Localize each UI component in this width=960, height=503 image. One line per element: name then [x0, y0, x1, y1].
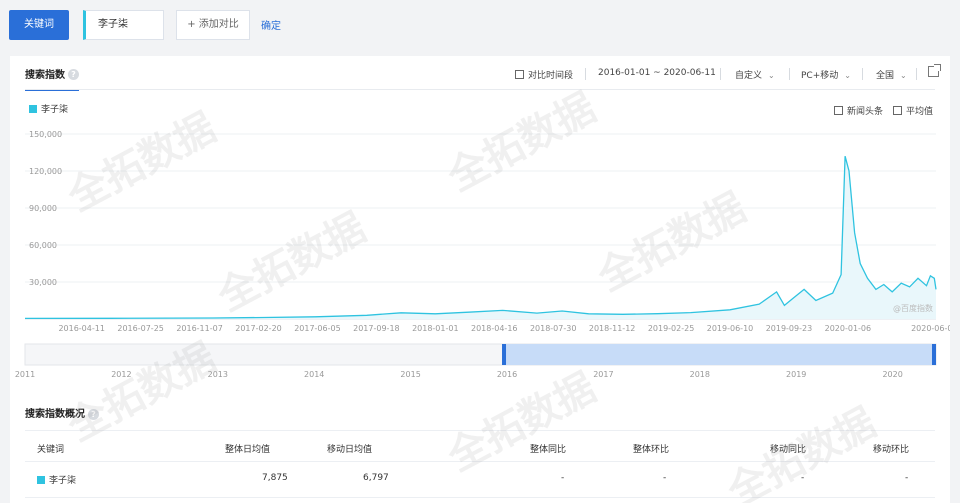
- x-tick-label: 2018-04-16: [471, 324, 518, 333]
- keyword-input[interactable]: 李子柒: [83, 10, 164, 40]
- overall-avg-cell: 7,875: [262, 473, 288, 483]
- column-header: 关键词: [37, 445, 65, 455]
- region-label: 全国: [876, 71, 895, 81]
- average-checkbox[interactable]: 平均值: [893, 104, 933, 117]
- x-tick-label: 2017-06-05: [294, 324, 341, 333]
- y-tick-label: 30,000: [29, 278, 57, 287]
- column-header: 整体环比: [633, 445, 670, 455]
- checkbox-icon: [515, 70, 524, 79]
- top-toolbar: 关键词 李子柒 + 添加对比 确定: [0, 0, 960, 52]
- news-headlines-checkbox[interactable]: 新闻头条: [834, 104, 883, 117]
- y-tick-label: 120,000: [29, 167, 62, 176]
- x-tick-label: 2017-02-20: [235, 324, 282, 333]
- timeline-year-label: 2020: [882, 370, 902, 379]
- series-area: [25, 156, 936, 319]
- chevron-down-icon: ⌄: [768, 71, 775, 80]
- custom-label: 自定义: [735, 71, 763, 81]
- legend-swatch: [29, 105, 37, 113]
- overall-mom-cell: -: [663, 473, 667, 483]
- timeline-year-label: 2016: [497, 370, 517, 379]
- news-headlines-label: 新闻头条: [847, 107, 884, 117]
- x-tick-label: 2018-11-12: [589, 324, 636, 333]
- device-dropdown[interactable]: PC+移动 ⌄: [801, 68, 851, 81]
- region-dropdown[interactable]: 全国 ⌄: [876, 68, 907, 81]
- timeline-year-label: 2013: [208, 370, 228, 379]
- series-swatch: [37, 476, 45, 484]
- help-icon[interactable]: ?: [88, 409, 99, 420]
- overview-title-text: 搜索指数概况: [25, 409, 85, 420]
- share-icon[interactable]: [928, 64, 941, 77]
- x-tick-label: 2019-02-25: [648, 324, 695, 333]
- custom-dropdown[interactable]: 自定义 ⌄: [735, 68, 775, 81]
- keyword-text: 李子柒: [49, 476, 77, 486]
- checkbox-icon: [834, 106, 843, 115]
- timeline-year-label: 2012: [111, 370, 131, 379]
- average-label: 平均值: [906, 107, 934, 117]
- overall-yoy-cell: -: [561, 473, 565, 483]
- timeline-year-label: 2019: [786, 370, 806, 379]
- x-tick-label: 2020-01-06: [825, 324, 872, 333]
- x-tick-label: 2016-07-25: [117, 324, 164, 333]
- search-index-panel: 搜索指数? 对比时间段 2016-01-01 ~ 2020-06-11 自定义 ⌄…: [10, 56, 950, 503]
- source-mark: @百度指数: [893, 303, 933, 313]
- mobile-mom-cell: -: [905, 473, 909, 483]
- keyword-button[interactable]: 关键词: [9, 10, 69, 40]
- column-header: 整体同比: [530, 445, 567, 455]
- column-header: 移动环比: [873, 445, 910, 455]
- timeline-selection: [504, 344, 936, 365]
- chevron-down-icon: ⌄: [900, 71, 907, 80]
- column-header: 移动同比: [770, 445, 807, 455]
- legend-label: 李子柒: [41, 105, 69, 115]
- date-range-picker[interactable]: 2016-01-01 ~ 2020-06-11: [598, 68, 716, 78]
- timeline-year-label: 2018: [690, 370, 710, 379]
- divider: [789, 68, 790, 80]
- chevron-down-icon: ⌄: [844, 71, 851, 80]
- timeline-year-label: 2014: [304, 370, 324, 379]
- timeline-end-handle[interactable]: [932, 344, 936, 365]
- x-tick-label: 2019-06-10: [707, 324, 754, 333]
- divider: [862, 68, 863, 80]
- mobile-yoy-cell: -: [801, 473, 805, 483]
- x-tick-label: 2016-04-11: [58, 324, 105, 333]
- compare-period-label: 对比时间段: [528, 71, 574, 81]
- device-label: PC+移动: [801, 71, 839, 81]
- table-row[interactable]: 李子柒 7,875 6,797 - - - -: [25, 462, 935, 498]
- compare-period-checkbox[interactable]: 对比时间段: [515, 68, 573, 81]
- x-tick-label: 2017-09-18: [353, 324, 400, 333]
- y-tick-label: 60,000: [29, 241, 57, 250]
- chart-legend[interactable]: 李子柒: [29, 102, 68, 115]
- mobile-avg-cell: 6,797: [363, 473, 389, 483]
- search-index-chart[interactable]: 150,000 120,000 90,000 60,000 30,000 2016-04-…: [10, 122, 950, 382]
- timeline-year-label: 2011: [15, 370, 35, 379]
- tab-search-index[interactable]: 搜索指数?: [25, 66, 79, 91]
- divider: [585, 68, 586, 80]
- x-tick-label: 2016-11-07: [176, 324, 223, 333]
- x-tick-label: 2019-09-23: [766, 324, 813, 333]
- table-header: 关键词 整体日均值 移动日均值 整体同比 整体环比 移动同比 移动环比: [25, 430, 935, 462]
- x-tick-label: 2020-06-08: [911, 324, 950, 333]
- timeline-year-label: 2017: [593, 370, 613, 379]
- timeline-start-handle[interactable]: [502, 344, 507, 365]
- confirm-link[interactable]: 确定: [261, 17, 281, 32]
- x-tick-label: 2018-01-01: [412, 324, 459, 333]
- x-tick-label: 2018-07-30: [530, 324, 577, 333]
- checkbox-icon: [893, 106, 902, 115]
- timeline-year-label: 2015: [400, 370, 420, 379]
- divider: [916, 68, 917, 80]
- add-compare-button[interactable]: + 添加对比: [176, 10, 250, 40]
- help-icon[interactable]: ?: [68, 69, 79, 80]
- tab-label: 搜索指数: [25, 70, 65, 81]
- keyword-cell: 李子柒: [37, 473, 76, 486]
- y-tick-label: 150,000: [29, 130, 62, 139]
- column-header: 整体日均值: [225, 445, 271, 455]
- y-tick-label: 90,000: [29, 204, 57, 213]
- divider: [720, 68, 721, 80]
- column-header: 移动日均值: [327, 445, 373, 455]
- divider: [25, 89, 935, 90]
- overview-title: 搜索指数概况?: [25, 405, 99, 420]
